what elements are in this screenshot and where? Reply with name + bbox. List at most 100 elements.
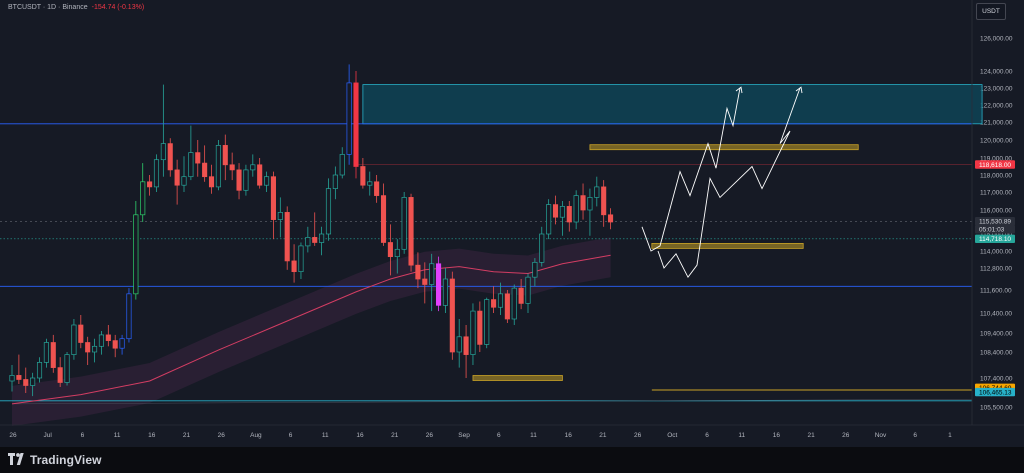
- candle-body: [98, 334, 104, 347]
- y-tick-label: 105,500.00: [980, 405, 1013, 412]
- candle-body: [360, 166, 366, 186]
- x-tick-label: 16: [148, 432, 156, 439]
- candle-body: [112, 340, 118, 349]
- candle-body: [601, 186, 607, 216]
- candle-body: [380, 195, 387, 243]
- candle-body: [325, 188, 332, 235]
- candle: [504, 290, 510, 323]
- y-tick-label: 121,000.00: [980, 120, 1013, 127]
- candle: [133, 201, 139, 300]
- x-tick-label: 21: [807, 432, 815, 439]
- candle-body: [394, 248, 400, 258]
- x-tick-label: Sep: [458, 432, 470, 439]
- candle-body: [552, 204, 559, 218]
- candle-body: [119, 338, 125, 349]
- candle-body: [566, 206, 572, 223]
- candle-body: [215, 145, 221, 188]
- y-tick-label: 109,400.00: [980, 331, 1013, 338]
- candle: [64, 352, 70, 386]
- y-tick-label: 110,400.00: [980, 311, 1012, 318]
- candle: [71, 319, 77, 360]
- candle-body: [257, 164, 263, 186]
- tradingview-logo-icon[interactable]: [8, 453, 26, 465]
- candle: [408, 193, 414, 272]
- candle-body: [511, 287, 517, 320]
- y-tick-label: 107,400.00: [980, 376, 1013, 383]
- x-tick-label: 21: [599, 432, 607, 439]
- candle-body: [126, 293, 132, 340]
- candle-body: [387, 242, 393, 258]
- chart-header: BTCUSDT · 1D · Binance -154.74 (-0.13%): [8, 4, 144, 11]
- y-tick-label: 112,800.00: [980, 266, 1012, 273]
- candle-body: [346, 82, 352, 155]
- y-tick-label: 116,000.00: [980, 208, 1012, 215]
- candle-body: [353, 82, 359, 167]
- candle: [284, 206, 290, 270]
- x-tick-label: 6: [81, 432, 85, 439]
- candle-body: [319, 233, 325, 243]
- x-tick-label: 26: [426, 432, 434, 439]
- gold-zone-box: [472, 375, 563, 381]
- gold-zone-box: [589, 144, 859, 151]
- y-tick-label: 118,000.00: [980, 173, 1012, 180]
- candle-body: [78, 324, 84, 343]
- candle: [353, 71, 359, 179]
- x-tick-label: 16: [565, 432, 573, 439]
- candle-body: [429, 263, 435, 285]
- candle-body: [43, 342, 49, 363]
- target-zone-box: [362, 84, 983, 125]
- x-tick-label: 16: [773, 432, 781, 439]
- candle-body: [30, 377, 36, 386]
- candle-body: [160, 143, 166, 161]
- price-label: 118,618.00: [979, 162, 1011, 169]
- footer-bar: TradingView: [0, 447, 1024, 473]
- x-tick-label: 26: [842, 432, 850, 439]
- x-tick-label: 1: [948, 432, 952, 439]
- candle-body: [608, 214, 614, 223]
- price-label: 106,465.13: [979, 389, 1012, 396]
- candle-body: [573, 195, 579, 223]
- candle-body: [50, 342, 56, 368]
- x-tick-label: 11: [114, 432, 121, 439]
- symbol-title[interactable]: BTCUSDT · 1D · Binance: [8, 4, 88, 11]
- candle-body: [195, 152, 201, 164]
- tradingview-wordmark[interactable]: TradingView: [30, 453, 102, 467]
- x-tick-label: 26: [9, 432, 17, 439]
- candle-body: [250, 164, 256, 171]
- x-tick-label: Oct: [667, 432, 677, 439]
- price-label: 114,718.10: [979, 236, 1011, 243]
- candle-body: [71, 324, 77, 355]
- candle-body: [264, 176, 270, 186]
- currency-button[interactable]: USDT: [976, 3, 1006, 20]
- x-tick-label: 21: [391, 432, 399, 439]
- candle-body: [456, 336, 462, 353]
- x-tick-label: 11: [738, 432, 745, 439]
- candle-body: [484, 299, 490, 345]
- candle: [153, 154, 160, 192]
- x-tick-label: 11: [322, 432, 329, 439]
- candle-body: [236, 169, 242, 191]
- candle: [511, 284, 517, 325]
- candle-body: [167, 143, 173, 171]
- candle-body: [504, 293, 510, 320]
- price-change: -154.74 (-0.13%): [91, 4, 145, 11]
- y-tick-label: 124,000.00: [980, 69, 1013, 76]
- candle-body: [92, 345, 98, 353]
- candle-body: [153, 159, 160, 188]
- candle-body: [133, 214, 139, 295]
- price-chart[interactable]: 26 Jul 6 11 16 21 26 Aug 6 11 16 21 26 Sep 6 11 16 21 26 Oc…: [0, 0, 1024, 447]
- candle-body: [188, 152, 194, 178]
- candle-body: [374, 181, 380, 196]
- y-tick-label: 126,000.00: [980, 36, 1013, 43]
- candle-body: [298, 245, 304, 273]
- candle-body: [580, 195, 586, 211]
- candle-body: [305, 237, 311, 247]
- candle: [484, 297, 490, 349]
- candle-body: [36, 362, 43, 379]
- candle-body: [497, 293, 504, 308]
- x-tick-label: Aug: [250, 432, 262, 439]
- candle: [546, 199, 552, 240]
- candle-body: [85, 342, 91, 353]
- candle: [436, 256, 442, 312]
- candle-body: [229, 164, 235, 171]
